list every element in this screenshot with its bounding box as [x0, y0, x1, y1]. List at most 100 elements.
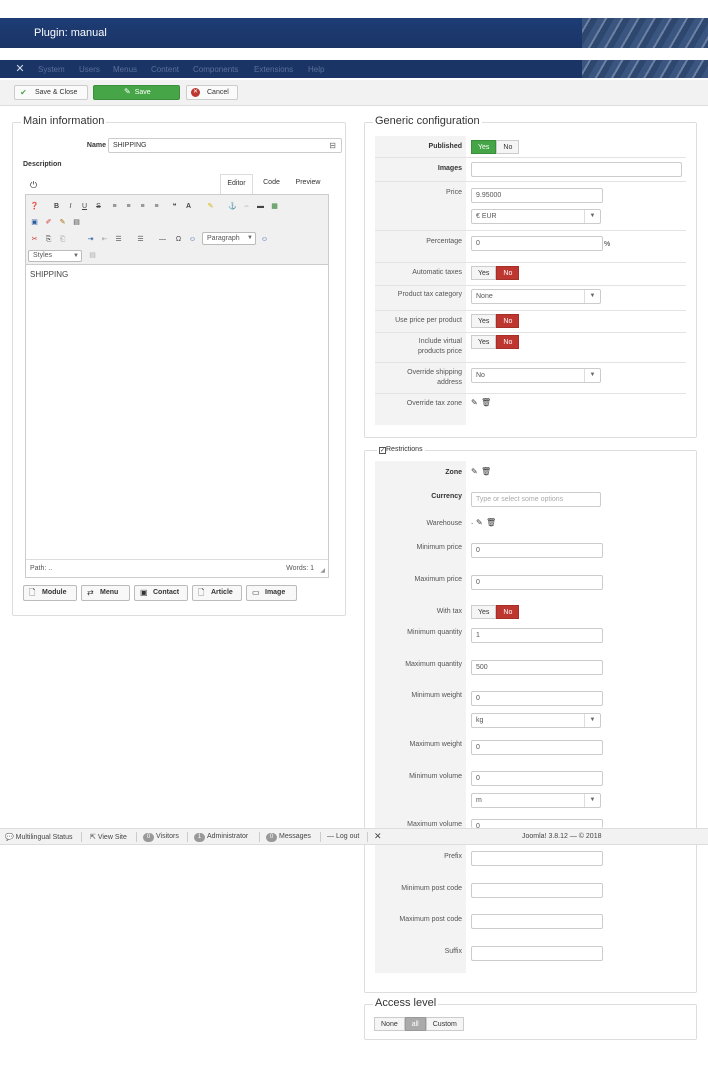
with-tax-yes[interactable]: Yes [471, 605, 497, 619]
min-post-code-input[interactable] [471, 883, 603, 898]
module-button[interactable]: 🗋 Module [23, 585, 77, 601]
format-select[interactable]: Paragraph ▼ [202, 232, 256, 245]
volume-unit-select[interactable]: m ▼ [471, 793, 601, 808]
trash-icon[interactable]: 🗑 [486, 518, 496, 527]
logout-link[interactable]: — Log out [327, 833, 359, 840]
editor-content[interactable]: SHIPPING [30, 270, 68, 279]
include-virtual-yes[interactable]: Yes [471, 335, 497, 349]
trash-icon[interactable]: 🗑 [481, 467, 491, 476]
article-button[interactable]: 🗋 Article [192, 585, 242, 601]
access-none[interactable]: None [374, 1017, 405, 1031]
prefix-input[interactable] [471, 851, 603, 866]
price-per-product-no[interactable]: No [496, 314, 520, 328]
image-button[interactable]: ▭ Image [246, 585, 297, 601]
visual-aid-icon[interactable]: ☺ [260, 235, 269, 244]
administrator-status[interactable]: 1 Administrator [194, 833, 248, 842]
override-shipping-select[interactable]: No ▼ [471, 368, 601, 383]
resize-handle-icon[interactable]: ◢ [320, 567, 325, 574]
save-button[interactable]: ✎ Save [93, 85, 180, 100]
name-input[interactable]: SHIPPING ⊟ [108, 138, 342, 153]
min-weight-input[interactable]: 0 [471, 691, 603, 706]
access-level-toggle[interactable]: None all Custom [374, 1017, 464, 1031]
visitors-status[interactable]: 0 Visitors [143, 833, 179, 842]
tab-code[interactable]: Code [259, 174, 284, 194]
automatic-taxes-yes[interactable]: Yes [471, 266, 497, 280]
link-icon[interactable]: ⇔ [242, 202, 251, 211]
min-volume-input[interactable]: 0 [471, 771, 603, 786]
restrictions-checkbox[interactable]: ✓ [379, 447, 386, 454]
access-all[interactable]: all [404, 1017, 426, 1031]
pencil-icon[interactable]: ✎ [471, 467, 478, 476]
price-per-product-yes[interactable]: Yes [471, 314, 497, 328]
horizontal-rule-icon[interactable]: — [158, 235, 167, 244]
images-input[interactable] [471, 162, 682, 177]
weight-unit-select[interactable]: kg ▼ [471, 713, 601, 728]
bold-icon[interactable]: B [52, 202, 61, 211]
copy-icon[interactable]: ⎘ [44, 235, 53, 244]
tab-preview[interactable]: Preview [291, 174, 325, 194]
tax-category-select[interactable]: None ▼ [471, 289, 601, 304]
outdent-icon[interactable]: ⇤ [100, 235, 109, 244]
max-post-code-input[interactable] [471, 914, 603, 929]
min-price-input[interactable]: 0 [471, 543, 603, 558]
include-virtual-toggle[interactable]: Yes No [471, 335, 520, 349]
cancel-button[interactable]: ✕ Cancel [186, 85, 238, 100]
blockquote-icon[interactable]: ❝ [170, 202, 179, 211]
menu-components[interactable]: Components [193, 65, 238, 74]
align-center-icon[interactable]: ≡ [124, 202, 133, 211]
published-toggle[interactable]: Yes No [471, 140, 520, 154]
text-color-icon[interactable]: A [184, 202, 193, 211]
strikethrough-icon[interactable]: S [94, 202, 103, 211]
table-icon[interactable]: ▤ [72, 218, 81, 227]
highlight-icon[interactable]: ✎ [206, 202, 215, 211]
save-icon[interactable]: ▣ [30, 218, 39, 227]
power-icon[interactable]: ⏻ [30, 180, 37, 191]
cut-icon[interactable]: ✂ [30, 235, 39, 244]
italic-icon[interactable]: I [66, 202, 75, 211]
min-quantity-input[interactable]: 1 [471, 628, 603, 643]
menu-menus[interactable]: Menus [113, 65, 137, 74]
suffix-input[interactable] [471, 946, 603, 961]
pencil-icon[interactable]: ✎ [476, 518, 483, 527]
contact-button[interactable]: ▣ Contact [134, 585, 188, 601]
published-yes[interactable]: Yes [471, 140, 497, 154]
indent-icon[interactable]: ⇥ [86, 235, 95, 244]
access-custom[interactable]: Custom [425, 1017, 464, 1031]
language-icon[interactable]: ⊟ [329, 139, 336, 152]
max-weight-input[interactable]: 0 [471, 740, 603, 755]
percentage-input[interactable]: 0 [471, 236, 603, 251]
automatic-taxes-no[interactable]: No [496, 266, 520, 280]
eraser-icon[interactable]: ✐ [44, 218, 53, 227]
anchor-icon[interactable]: ⚓ [228, 202, 237, 211]
bullet-list-icon[interactable]: ☰ [136, 235, 145, 244]
align-right-icon[interactable]: ≡ [138, 202, 147, 211]
currency-multiselect[interactable]: Type or select some options [471, 492, 601, 507]
brush-icon[interactable]: ✎ [58, 218, 67, 227]
currency-select[interactable]: € EUR ▼ [471, 209, 601, 224]
pencil-icon[interactable]: ✎ [471, 398, 478, 407]
align-left-icon[interactable]: ≡ [110, 202, 119, 211]
multilingual-status[interactable]: 💬 Multilingual Status [5, 833, 72, 841]
with-tax-no[interactable]: No [496, 605, 520, 619]
price-per-product-toggle[interactable]: Yes No [471, 314, 520, 328]
menu-button[interactable]: ⇄ Menu [81, 585, 130, 601]
include-virtual-no[interactable]: No [496, 335, 520, 349]
messages-status[interactable]: 0 Messages [266, 833, 311, 842]
styles-select[interactable]: Styles ▼ [28, 250, 82, 262]
joomla-logo-icon[interactable]: ✕ [14, 63, 26, 75]
menu-system[interactable]: System [38, 65, 65, 74]
menu-users[interactable]: Users [79, 65, 100, 74]
numbered-list-icon[interactable]: ☰ [114, 235, 123, 244]
align-justify-icon[interactable]: ≡ [152, 202, 161, 211]
published-no[interactable]: No [496, 140, 520, 154]
view-site-link[interactable]: ⇱ View Site [90, 833, 127, 841]
underline-icon[interactable]: U [80, 202, 89, 211]
emoticon-icon[interactable]: ☺ [188, 235, 197, 244]
max-price-input[interactable]: 0 [471, 575, 603, 590]
image-icon[interactable]: ▦ [270, 202, 279, 211]
special-char-icon[interactable]: Ω [174, 235, 183, 244]
max-volume-input[interactable]: 0 [471, 819, 603, 830]
save-close-button[interactable]: ✔ Save & Close [14, 85, 88, 100]
trash-icon[interactable]: 🗑 [481, 398, 491, 407]
menu-extensions[interactable]: Extensions [254, 65, 293, 74]
